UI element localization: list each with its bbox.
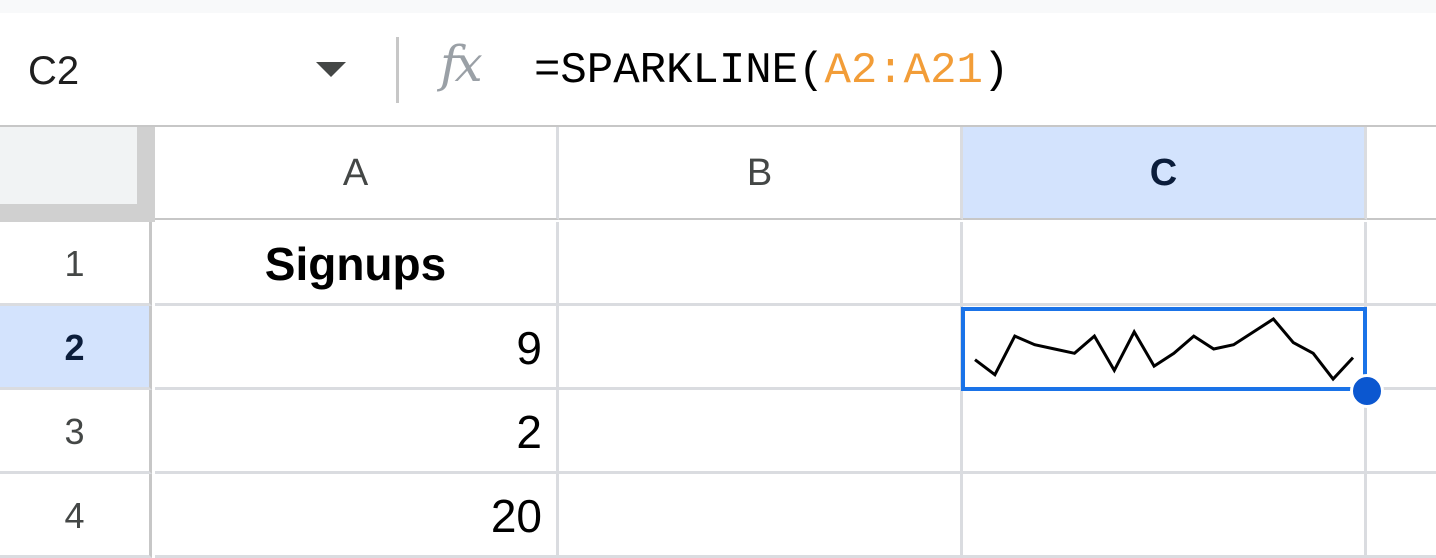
fill-handle[interactable]: [1350, 374, 1384, 408]
formula-bar-divider: [396, 37, 399, 103]
row-header-3[interactable]: 3: [0, 390, 152, 474]
formula-range-reference: A2:A21: [824, 46, 983, 96]
cell-a4[interactable]: 20: [155, 474, 559, 558]
cell-b4[interactable]: [559, 474, 963, 558]
cell-c4[interactable]: [963, 474, 1367, 558]
top-strip: [0, 0, 1436, 13]
formula-input[interactable]: =SPARKLINE(A2:A21): [534, 46, 1009, 96]
cell-d4[interactable]: [1367, 474, 1436, 558]
cell-c3[interactable]: [963, 390, 1367, 474]
cell-b3[interactable]: [559, 390, 963, 474]
cell-b2[interactable]: [559, 306, 963, 390]
formula-suffix: ): [982, 46, 1010, 96]
column-header-next[interactable]: [1367, 127, 1436, 220]
name-box-dropdown-icon[interactable]: [316, 62, 346, 77]
name-box[interactable]: C2: [28, 49, 79, 94]
row-header-2[interactable]: 2: [0, 306, 152, 390]
formula-bar: C2 fx =SPARKLINE(A2:A21): [0, 13, 1436, 127]
cell-d1[interactable]: [1367, 222, 1436, 306]
active-cell-selection: [961, 307, 1367, 391]
cell-c1[interactable]: [963, 222, 1367, 306]
column-header-b[interactable]: B: [559, 127, 963, 220]
column-header-a[interactable]: A: [155, 127, 559, 220]
fx-icon: fx: [440, 35, 483, 93]
select-all-corner[interactable]: [0, 127, 155, 222]
row-header-1[interactable]: 1: [0, 222, 152, 306]
cell-a3[interactable]: 2: [155, 390, 559, 474]
formula-prefix: =SPARKLINE(: [534, 46, 825, 96]
column-header-c[interactable]: C: [963, 127, 1367, 220]
row-header-4[interactable]: 4: [0, 474, 152, 558]
cell-a1[interactable]: Signups: [155, 222, 559, 306]
cell-a2[interactable]: 9: [155, 306, 559, 390]
cell-b1[interactable]: [559, 222, 963, 306]
